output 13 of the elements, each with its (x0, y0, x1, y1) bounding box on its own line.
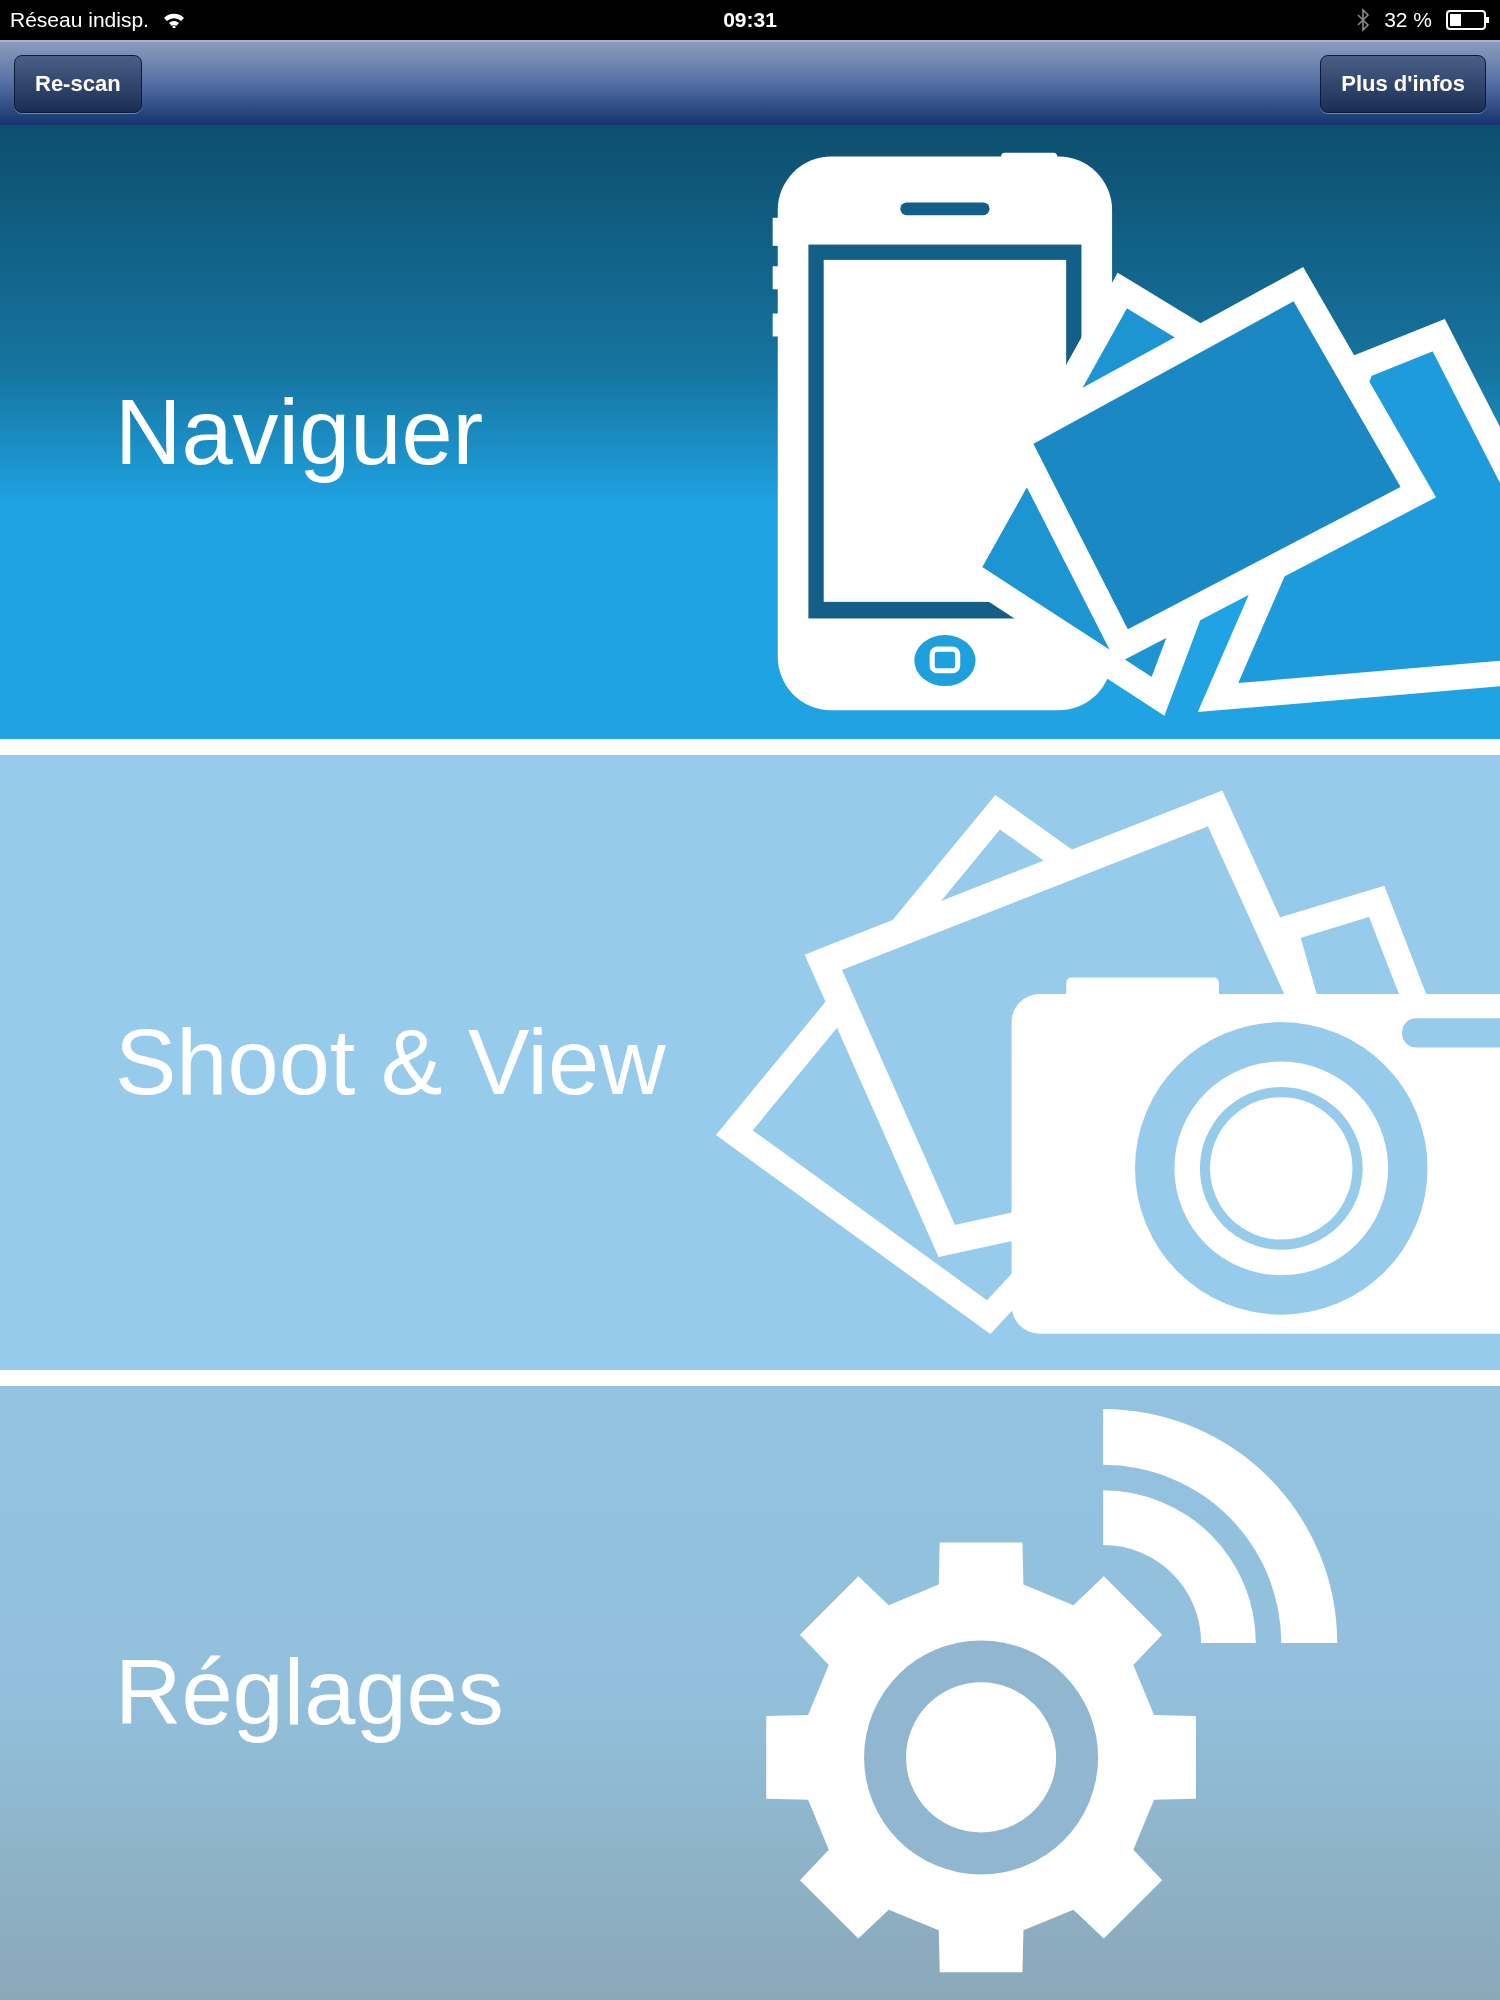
rescan-button[interactable]: Re-scan (14, 54, 142, 113)
menu-title: Shoot & View (115, 1010, 666, 1115)
wifi-icon (162, 12, 185, 28)
more-info-button[interactable]: Plus d'infos (1320, 54, 1486, 113)
menu-tile[interactable]: Réglages (0, 1385, 1500, 2000)
clock-time: 09:31 (723, 8, 777, 32)
menu-tile[interactable]: Naviguer (0, 125, 1500, 740)
battery-percent: 32 % (1384, 8, 1432, 32)
menu-title: Réglages (115, 1640, 504, 1746)
carrier-name: Réseau indisp. (10, 8, 149, 32)
menu-title: Naviguer (115, 379, 484, 485)
battery-icon (1446, 10, 1490, 30)
bluetooth-icon (1356, 8, 1371, 32)
